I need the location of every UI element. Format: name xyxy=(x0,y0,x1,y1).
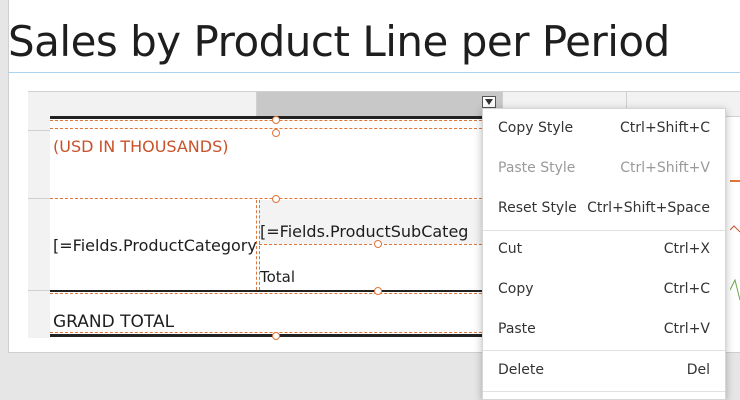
menu-item-paste[interactable]: Paste Ctrl+V xyxy=(483,310,725,350)
menu-item-label: Cut xyxy=(498,241,523,257)
subcategory-field-cell[interactable]: [=Fields.ProductSubCateg xyxy=(260,222,468,241)
menu-item-label: Paste Style xyxy=(498,160,576,176)
menu-item-shortcut: Ctrl+Shift+V xyxy=(620,160,710,176)
selection-border xyxy=(50,198,482,199)
menu-item-label: Delete xyxy=(498,362,544,378)
title-underline xyxy=(8,72,740,73)
resize-handle[interactable] xyxy=(272,129,280,137)
menu-item-copy-style[interactable]: Copy Style Ctrl+Shift+C xyxy=(483,109,725,149)
menu-item-label: Paste xyxy=(498,321,536,337)
table-top-border xyxy=(50,116,482,119)
resize-handle[interactable] xyxy=(272,332,280,340)
menu-item-paste-style[interactable]: Paste Style Ctrl+Shift+V xyxy=(483,149,725,189)
chart-fragment xyxy=(730,180,740,182)
resize-handle[interactable] xyxy=(374,240,382,248)
menu-item-delete[interactable]: Delete Del xyxy=(483,351,725,391)
menu-item-reset-style[interactable]: Reset Style Ctrl+Shift+Space xyxy=(483,189,725,229)
row-separator xyxy=(28,130,50,131)
column-separator xyxy=(256,92,257,116)
row-border xyxy=(50,290,482,292)
selection-border xyxy=(50,293,482,294)
total-cell[interactable]: Total xyxy=(260,268,295,286)
selection-border xyxy=(259,244,482,245)
row-ruler[interactable] xyxy=(28,116,51,338)
menu-item-shortcut: Ctrl+V xyxy=(663,321,710,337)
grand-total-cell[interactable]: GRAND TOTAL xyxy=(53,312,174,332)
context-menu[interactable]: Copy Style Ctrl+Shift+C Paste Style Ctrl… xyxy=(482,108,726,400)
selection-border xyxy=(50,128,482,129)
report-table[interactable]: (USD IN THOUSANDS) [=Fields.ProductCateg… xyxy=(50,116,482,340)
row-separator xyxy=(28,198,50,199)
page-title[interactable]: Sales by Product Line per Period xyxy=(8,14,670,70)
resize-handle[interactable] xyxy=(374,287,382,295)
menu-item-shortcut: Ctrl+Shift+C xyxy=(620,120,710,136)
chart-fragment xyxy=(730,278,740,301)
resize-handle[interactable] xyxy=(272,116,280,124)
chart-fragment xyxy=(730,225,740,233)
menu-item-shortcut: Del xyxy=(686,362,710,378)
menu-item-label: Reset Style xyxy=(498,200,577,216)
selection-border xyxy=(50,120,482,121)
menu-separator xyxy=(483,391,725,392)
table-bottom-border xyxy=(50,334,482,337)
resize-handle[interactable] xyxy=(272,195,280,203)
selected-column-header[interactable] xyxy=(256,92,502,116)
menu-item-label: Copy Style xyxy=(498,120,574,136)
currency-note[interactable]: (USD IN THOUSANDS) xyxy=(53,137,228,156)
partial-chart-glimpse xyxy=(730,180,740,301)
menu-item-copy[interactable]: Copy Ctrl+C xyxy=(483,270,725,310)
menu-item-shortcut: Ctrl+C xyxy=(663,281,710,297)
row-separator xyxy=(28,290,50,291)
menu-item-shortcut: Ctrl+X xyxy=(663,241,710,257)
chevron-down-icon[interactable] xyxy=(482,96,496,108)
menu-item-label: Copy xyxy=(498,281,534,297)
category-field-cell[interactable]: [=Fields.ProductCategory xyxy=(53,236,257,255)
selection-border xyxy=(50,332,482,333)
menu-item-shortcut: Ctrl+Shift+Space xyxy=(587,200,710,216)
menu-item-cut[interactable]: Cut Ctrl+X xyxy=(483,230,725,270)
